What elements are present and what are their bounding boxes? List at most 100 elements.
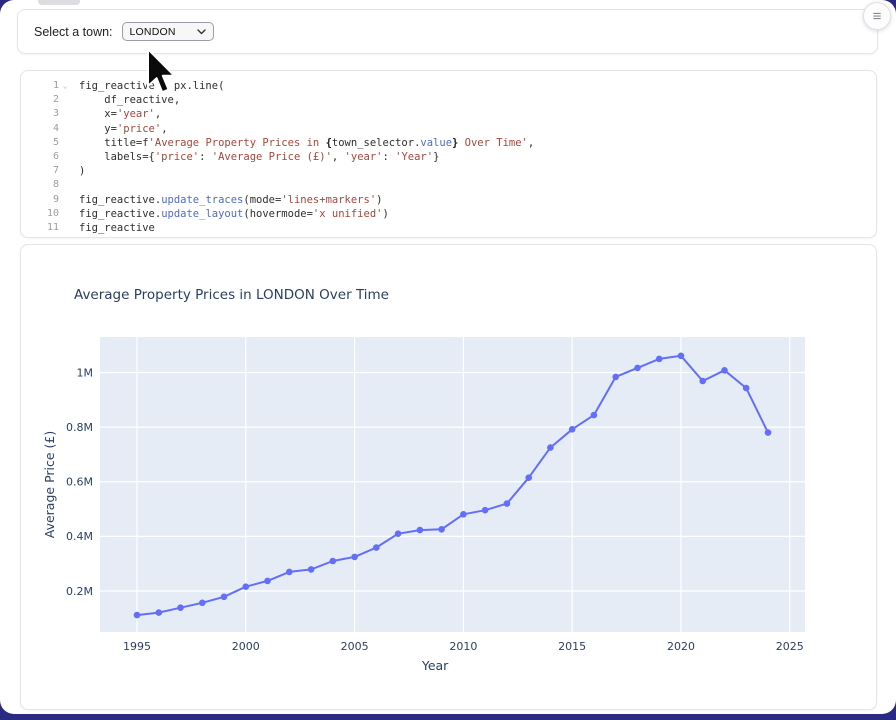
data-point-marker[interactable]	[351, 554, 358, 561]
code-line[interactable]: 10fig_reactive.update_layout(hovermode='…	[29, 207, 876, 221]
town-select-value: LONDON	[130, 26, 176, 38]
data-point-marker[interactable]	[656, 356, 663, 363]
data-point-marker[interactable]	[678, 353, 685, 360]
y-tick-label: 0.4M	[66, 530, 93, 543]
data-point-marker[interactable]	[243, 583, 250, 590]
dropdown-cell: Select a town: LONDON	[17, 9, 878, 54]
y-tick-label: 0.2M	[66, 585, 93, 598]
code-text: df_reactive,	[79, 93, 180, 107]
code-line[interactable]: 11 fig_reactive	[29, 221, 876, 235]
code-text: fig_reactive	[79, 221, 155, 235]
code-text: labels={'price': 'Average Price (£)', 'y…	[79, 150, 439, 164]
y-tick-label: 1M	[77, 366, 94, 379]
data-point-marker[interactable]	[460, 511, 467, 518]
code-line[interactable]: 9 fig_reactive.update_traces(mode='lines+…	[29, 193, 876, 207]
line-number: 6	[29, 150, 59, 164]
code-text	[79, 178, 85, 192]
code-line[interactable]: 6 labels={'price': 'Average Price (£)', …	[29, 150, 876, 164]
line-number: 7	[29, 164, 59, 178]
code-line[interactable]: 3 x='year',	[29, 107, 876, 121]
y-tick-label: 0.6M	[66, 476, 93, 489]
data-point-marker[interactable]	[612, 374, 619, 381]
code-line[interactable]: 1⌄ fig_reactive = px.line(	[29, 79, 876, 93]
line-number: 11	[29, 221, 59, 235]
code-cell-editor[interactable]: 1⌄fig_reactive = px.line(2 df_reactive,3…	[20, 70, 877, 238]
plot-area[interactable]	[100, 337, 805, 632]
chart-output-cell: 0.2M 0.4M 0.6M 0.8M 1M 1995 2000 2005 2010 2015 20…	[20, 244, 877, 710]
notebook-menu-button[interactable]: ≡	[863, 2, 891, 30]
code-text: )	[79, 164, 85, 178]
x-tick-label: 2025	[776, 640, 804, 653]
code-line[interactable]: 2 df_reactive,	[29, 93, 876, 107]
data-point-marker[interactable]	[591, 412, 598, 419]
data-point-marker[interactable]	[743, 385, 750, 392]
x-tick-label: 2015	[558, 640, 586, 653]
fold-gutter	[59, 164, 71, 178]
fold-gutter	[59, 221, 71, 235]
code-text: fig_reactive = px.line(	[79, 79, 224, 93]
data-point-marker[interactable]	[264, 578, 271, 585]
data-point-marker[interactable]	[373, 544, 380, 551]
code-line[interactable]: 8	[29, 178, 876, 192]
data-point-marker[interactable]	[547, 444, 554, 451]
code-line[interactable]: 5 title=f'Average Property Prices in {to…	[29, 136, 876, 150]
data-point-marker[interactable]	[699, 378, 706, 385]
code-text: fig_reactive.update_traces(mode='lines+m…	[79, 193, 382, 207]
hamburger-icon: ≡	[873, 8, 882, 25]
code-text: title=f'Average Property Prices in {town…	[79, 136, 534, 150]
data-point-marker[interactable]	[199, 600, 206, 607]
data-point-marker[interactable]	[525, 474, 532, 481]
code-line[interactable]: 4 y='price',	[29, 122, 876, 136]
data-point-marker[interactable]	[330, 558, 337, 565]
line-number: 9	[29, 193, 59, 207]
data-point-marker[interactable]	[177, 604, 184, 611]
y-tick-label: 0.8M	[66, 421, 93, 434]
line-number: 2	[29, 93, 59, 107]
fold-gutter	[59, 136, 71, 150]
data-point-marker[interactable]	[395, 530, 402, 537]
fold-gutter	[59, 193, 71, 207]
data-point-marker[interactable]	[634, 365, 641, 372]
data-point-marker[interactable]	[134, 612, 141, 619]
x-tick-label: 2020	[667, 640, 695, 653]
x-tick-label: 2000	[232, 640, 260, 653]
data-point-marker[interactable]	[765, 429, 772, 436]
chevron-down-icon	[197, 29, 206, 35]
data-point-marker[interactable]	[286, 569, 293, 576]
select-town-label: Select a town:	[34, 25, 113, 39]
x-tick-label: 1995	[123, 640, 151, 653]
data-point-marker[interactable]	[156, 609, 163, 616]
data-point-marker[interactable]	[417, 527, 424, 534]
fold-gutter	[59, 150, 71, 164]
chart-title: Average Property Prices in LONDON Over T…	[74, 287, 389, 303]
town-select[interactable]: LONDON	[122, 22, 214, 41]
line-number: 1	[29, 79, 59, 93]
fold-gutter	[59, 107, 71, 121]
line-number: 4	[29, 122, 59, 136]
x-tick-label: 2005	[341, 640, 369, 653]
line-number: 8	[29, 178, 59, 192]
x-tick-label: 2010	[449, 640, 477, 653]
cell-drag-handle[interactable]	[38, 0, 80, 5]
data-point-marker[interactable]	[482, 507, 489, 514]
fold-gutter	[59, 122, 71, 136]
code-line[interactable]: 7)	[29, 164, 876, 178]
code-text: y='price',	[79, 122, 168, 136]
code-text: x='year',	[79, 107, 161, 121]
fold-gutter	[59, 207, 71, 221]
data-point-marker[interactable]	[438, 526, 445, 533]
x-axis-title: Year	[421, 658, 449, 673]
y-axis-title: Average Price (£)	[42, 431, 57, 538]
fold-gutter	[59, 93, 71, 107]
data-point-marker[interactable]	[308, 566, 315, 573]
data-point-marker[interactable]	[721, 367, 728, 374]
fold-caret-icon[interactable]: ⌄	[59, 79, 71, 93]
fold-gutter	[59, 178, 71, 192]
data-point-marker[interactable]	[504, 500, 511, 507]
data-point-marker[interactable]	[221, 594, 228, 601]
data-point-marker[interactable]	[569, 426, 576, 433]
code-text: fig_reactive.update_layout(hovermode='x …	[79, 207, 389, 221]
plotly-line-chart[interactable]: 0.2M 0.4M 0.6M 0.8M 1M 1995 2000 2005 2010 2015 20…	[21, 245, 876, 709]
line-number: 3	[29, 107, 59, 121]
line-number: 5	[29, 136, 59, 150]
